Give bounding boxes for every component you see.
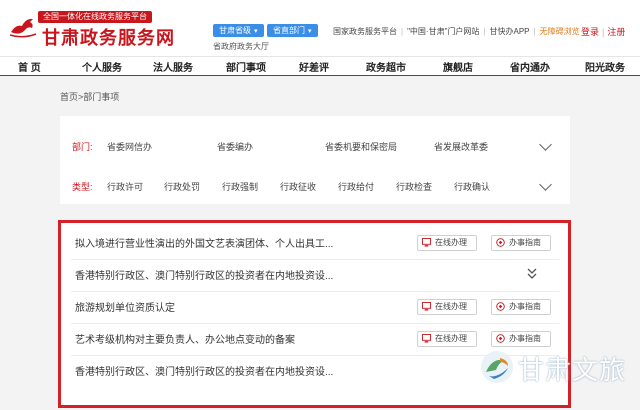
accessibility-link[interactable]: 无障碍浏览 bbox=[540, 26, 580, 37]
service-guide-button[interactable]: 办事指南 bbox=[491, 235, 551, 251]
chevron-down-icon: ▾ bbox=[254, 28, 258, 35]
online-apply-button[interactable]: 在线办理 bbox=[417, 235, 477, 251]
breadcrumb[interactable]: 首页>部门事项 bbox=[60, 90, 119, 103]
nav-legal-entity[interactable]: 法人服务 bbox=[153, 59, 193, 74]
online-apply-label: 在线办理 bbox=[435, 302, 467, 311]
item-title[interactable]: 香港特别行政区、澳门特别行政区的投资者在内地投资设... bbox=[75, 363, 333, 378]
department-filter-label: 部门: bbox=[72, 142, 93, 152]
watermark-logo-icon bbox=[481, 351, 513, 383]
divider: | bbox=[483, 27, 486, 36]
nav-rating[interactable]: 好差评 bbox=[299, 59, 329, 74]
type-option[interactable]: 行政征收 bbox=[280, 180, 316, 193]
national-platform-link[interactable]: 国家政务服务平台 bbox=[333, 26, 397, 37]
dept-option[interactable]: 省委编办 bbox=[217, 140, 253, 153]
nav-department-items[interactable]: 部门事项 bbox=[226, 59, 266, 74]
divider: | bbox=[533, 27, 536, 36]
service-guide-button[interactable]: 办事指南 bbox=[491, 331, 551, 347]
type-option[interactable]: 行政确认 bbox=[454, 180, 490, 193]
service-guide-label: 办事指南 bbox=[509, 238, 541, 247]
double-chevron-down-icon[interactable] bbox=[525, 265, 539, 283]
gansu-portal-link[interactable]: "中国·甘肃"门户网站 bbox=[407, 26, 479, 37]
province-select[interactable]: 甘肃省级 ▾ bbox=[213, 24, 264, 37]
guide-icon bbox=[496, 302, 505, 311]
nav-gov-market[interactable]: 政务超市 bbox=[366, 59, 406, 74]
online-apply-button[interactable]: 在线办理 bbox=[417, 299, 477, 315]
dept-option[interactable]: 省发展改革委 bbox=[434, 140, 488, 153]
list-item[interactable]: 香港特别行政区、澳门特别行政区的投资者在内地投资设... bbox=[71, 259, 559, 292]
type-filter-label: 类型: bbox=[72, 182, 93, 192]
type-option[interactable]: 行政给付 bbox=[338, 180, 374, 193]
chevron-down-icon: ▾ bbox=[308, 28, 312, 35]
list-item[interactable]: 旅游规划单位资质认定 在线办理 办事指南 bbox=[71, 291, 559, 324]
item-title[interactable]: 旅游规划单位资质认定 bbox=[75, 299, 175, 314]
watermark: 甘肃文旅 bbox=[478, 346, 628, 390]
online-apply-label: 在线办理 bbox=[435, 334, 467, 343]
dept-option[interactable]: 省委机要和保密局 bbox=[325, 140, 397, 153]
app-link[interactable]: 甘快办APP bbox=[490, 26, 530, 37]
auth-links: 登录 | 注册 bbox=[581, 25, 625, 38]
divider: | bbox=[401, 27, 404, 36]
watermark-text: 甘肃文旅 bbox=[518, 355, 627, 385]
monitor-icon bbox=[422, 302, 431, 311]
guide-icon bbox=[496, 238, 505, 247]
login-link[interactable]: 登录 bbox=[581, 27, 599, 37]
item-title[interactable]: 拟入境进行营业性演出的外国文艺表演团体、个人出具工... bbox=[75, 235, 333, 250]
site-title: 甘肃政务服务网 bbox=[42, 28, 175, 48]
type-option[interactable]: 行政检查 bbox=[396, 180, 432, 193]
monitor-icon bbox=[422, 238, 431, 247]
service-guide-label: 办事指南 bbox=[509, 302, 541, 311]
nav-province-service[interactable]: 省内通办 bbox=[510, 59, 550, 74]
nav-flagship[interactable]: 旗舰店 bbox=[443, 59, 473, 74]
department-select[interactable]: 省直部门 ▾ bbox=[267, 24, 318, 37]
department-select-label: 省直部门 bbox=[273, 26, 305, 35]
divider: | bbox=[602, 27, 605, 37]
department-filter-row: 部门: 省委网信办 省委编办 省委机要和保密局 省发展改革委 bbox=[72, 140, 552, 156]
nav-sunshine-gov[interactable]: 阳光政务 bbox=[585, 59, 625, 74]
main-content: 首页>部门事项 部门: 省委网信办 省委编办 省委机要和保密局 省发展改革委 类… bbox=[0, 76, 640, 410]
service-guide-label: 办事指南 bbox=[509, 334, 541, 343]
filter-panel: 部门: 省委网信办 省委编办 省委机要和保密局 省发展改革委 类型: 行政许可 … bbox=[60, 116, 570, 204]
service-guide-button[interactable]: 办事指南 bbox=[491, 299, 551, 315]
government-hall-link[interactable]: 省政府政务大厅 bbox=[213, 41, 269, 52]
list-item[interactable]: 拟入境进行营业性演出的外国文艺表演团体、个人出具工... 在线办理 办事指南 bbox=[71, 227, 559, 260]
nav-home[interactable]: 首 页 bbox=[18, 59, 41, 74]
dept-option[interactable]: 省委网信办 bbox=[107, 140, 152, 153]
guide-icon bbox=[496, 334, 505, 343]
platform-slogan: 全国一体化在线政务服务平台 bbox=[38, 11, 152, 23]
horse-emblem-icon bbox=[9, 18, 37, 38]
item-title[interactable]: 艺术考级机构对主要负责人、办公地点变动的备案 bbox=[75, 331, 295, 346]
type-option[interactable]: 行政处罚 bbox=[164, 180, 200, 193]
type-option[interactable]: 行政强制 bbox=[222, 180, 258, 193]
nav-personal[interactable]: 个人服务 bbox=[82, 59, 122, 74]
item-title[interactable]: 香港特别行政区、澳门特别行政区的投资者在内地投资设... bbox=[75, 267, 333, 282]
main-nav: 首 页 个人服务 法人服务 部门事项 好差评 政务超市 旗舰店 省内通办 阳光政… bbox=[0, 56, 640, 77]
type-option[interactable]: 行政许可 bbox=[107, 180, 143, 193]
site-logo[interactable]: 全国一体化在线政务服务平台 甘肃政务服务网 bbox=[8, 8, 174, 48]
site-header: 全国一体化在线政务服务平台 甘肃政务服务网 甘肃省级 ▾ 省直部门 ▾ 省政府政务大… bbox=[0, 0, 640, 56]
monitor-icon bbox=[422, 334, 431, 343]
top-links: 国家政务服务平台 | "中国·甘肃"门户网站 | 甘快办APP | 无障碍浏览 bbox=[333, 26, 580, 37]
province-select-label: 甘肃省级 bbox=[219, 26, 251, 35]
register-link[interactable]: 注册 bbox=[607, 27, 625, 37]
type-filter-row: 类型: 行政许可 行政处罚 行政强制 行政征收 行政给付 行政检查 行政确认 bbox=[72, 180, 552, 196]
online-apply-button[interactable]: 在线办理 bbox=[417, 331, 477, 347]
online-apply-label: 在线办理 bbox=[435, 238, 467, 247]
